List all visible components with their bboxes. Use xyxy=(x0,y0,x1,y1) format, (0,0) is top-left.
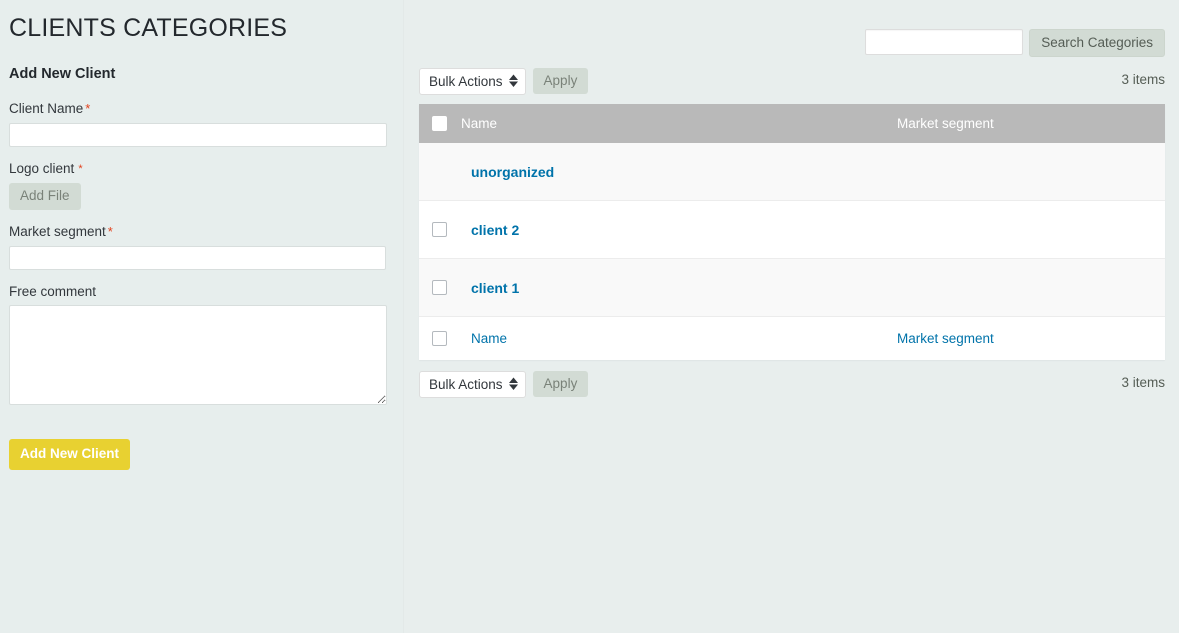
free-comment-label: Free comment xyxy=(9,283,97,299)
apply-button-bottom[interactable]: Apply xyxy=(532,370,589,398)
row-market-segment-cell xyxy=(891,143,1165,201)
client-name-label-text: Client Name xyxy=(9,101,84,117)
items-count-top: 3 items xyxy=(1121,72,1165,87)
bulk-actions-label: Bulk Actions xyxy=(429,73,503,89)
search-input[interactable] xyxy=(865,29,1024,55)
search-categories-button[interactable]: Search Categories xyxy=(1029,29,1165,57)
table-row: unorganized xyxy=(419,143,1165,201)
client-name-input[interactable] xyxy=(9,123,387,148)
chevron-updown-icon xyxy=(508,377,518,391)
market-segment-input[interactable] xyxy=(9,245,386,270)
footer-column-name-link[interactable]: Name xyxy=(471,331,507,346)
client-name-label: Client Name * xyxy=(9,101,394,118)
table-row: client 2 xyxy=(419,200,1165,259)
free-comment-textarea[interactable] xyxy=(9,305,387,406)
bulk-actions-select-top[interactable]: Bulk Actions xyxy=(419,67,526,95)
table-foot: Name Market segment xyxy=(419,316,1165,360)
row-name-cell: client 2 xyxy=(461,200,891,259)
footer-column-market-segment-cell: Market segment xyxy=(891,316,1165,360)
row-name-link[interactable]: client 1 xyxy=(471,280,519,296)
select-all-checkbox-footer[interactable] xyxy=(432,331,447,347)
row-checkbox-cell xyxy=(419,200,461,259)
logo-client-label-text: Logo client xyxy=(9,161,75,177)
add-file-button[interactable]: Add File xyxy=(9,183,81,210)
page-title: CLIENTS CATEGORIES xyxy=(9,14,288,42)
footer-column-name-cell: Name xyxy=(461,316,891,360)
field-market-segment: Market segment * xyxy=(9,224,394,270)
field-free-comment: Free comment xyxy=(9,284,394,406)
table-body: unorganized client 2 client 1 xyxy=(419,143,1165,317)
add-new-client-submit-button[interactable]: Add New Client xyxy=(9,439,131,470)
footer-column-market-segment-link[interactable]: Market segment xyxy=(897,331,994,346)
select-all-checkbox[interactable] xyxy=(432,115,447,131)
required-marker: * xyxy=(85,101,91,117)
table-nav-bottom: Bulk Actions Apply 3 items xyxy=(419,369,1165,399)
add-new-client-form: Add New Client Client Name * Logo client *… xyxy=(9,66,394,470)
table-nav-top: Bulk Actions Apply 3 items xyxy=(419,66,1165,96)
row-checkbox-cell xyxy=(419,258,461,317)
items-count-bottom: 3 items xyxy=(1121,375,1165,390)
search-box: Search Categories xyxy=(865,29,1165,57)
select-all-header xyxy=(419,104,461,143)
column-header-market-segment[interactable]: Market segment xyxy=(891,104,1165,143)
row-checkbox[interactable] xyxy=(432,222,447,238)
row-name-link[interactable]: unorganized xyxy=(471,164,554,180)
bulk-actions-select-bottom[interactable]: Bulk Actions xyxy=(419,370,526,398)
row-market-segment-cell xyxy=(891,200,1165,259)
required-marker: * xyxy=(107,223,113,239)
required-marker: * xyxy=(78,163,83,176)
market-segment-label-text: Market segment xyxy=(9,223,106,239)
row-market-segment-cell xyxy=(891,258,1165,317)
table-row: client 1 xyxy=(419,258,1165,317)
apply-button-top[interactable]: Apply xyxy=(532,67,589,95)
select-all-footer-cell xyxy=(419,316,461,360)
row-checkbox[interactable] xyxy=(432,280,447,296)
column-header-name[interactable]: Name xyxy=(461,104,891,143)
bulk-actions-label: Bulk Actions xyxy=(429,376,503,392)
row-name-cell: client 1 xyxy=(461,258,891,317)
row-checkbox-cell xyxy=(419,143,461,201)
clients-list-panel: Bulk Actions Apply 3 items Name Market s… xyxy=(419,66,1165,399)
chevron-updown-icon xyxy=(508,74,518,88)
row-name-link[interactable]: client 2 xyxy=(471,222,519,238)
column-divider xyxy=(403,0,404,633)
market-segment-label: Market segment * xyxy=(9,224,394,241)
row-name-cell: unorganized xyxy=(461,143,891,201)
field-logo-client: Logo client * Add File xyxy=(9,161,394,210)
table-head: Name Market segment xyxy=(419,104,1165,143)
clients-table: Name Market segment unorganized client 2 xyxy=(419,104,1165,360)
logo-client-label: Logo client * xyxy=(9,161,394,178)
table-footer-row: Name Market segment xyxy=(419,316,1165,360)
field-client-name: Client Name * xyxy=(9,101,394,148)
form-heading: Add New Client xyxy=(9,66,116,82)
table-header-row: Name Market segment xyxy=(419,104,1165,143)
